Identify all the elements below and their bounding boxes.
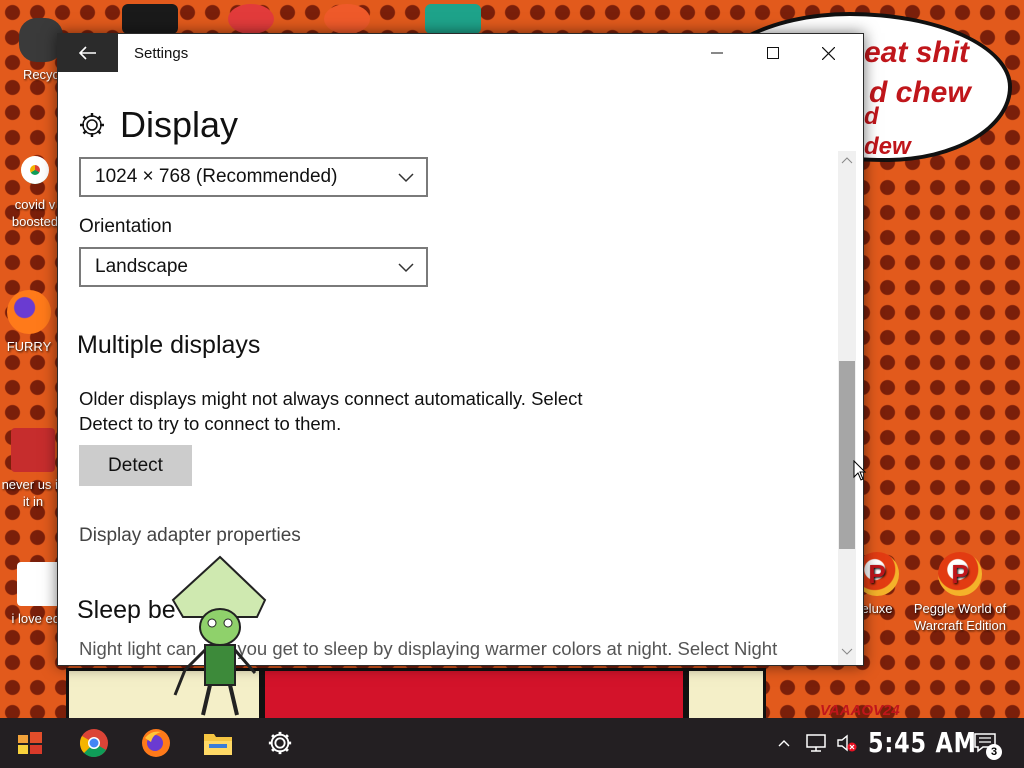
taskbar-file-explorer[interactable]: [202, 727, 234, 759]
desktop-top-icon[interactable]: [425, 4, 481, 34]
page-header: Display: [78, 104, 238, 146]
display-adapter-properties-link[interactable]: Display adapter properties: [79, 525, 301, 547]
title-bar[interactable]: Settings: [58, 34, 863, 72]
taskbar-settings[interactable]: [264, 727, 296, 759]
network-icon: [806, 734, 826, 752]
firefox-icon: [142, 729, 170, 757]
chevron-up-icon: [778, 740, 790, 747]
back-button[interactable]: [58, 34, 118, 72]
mouse-cursor: [853, 460, 867, 481]
taskbar-firefox[interactable]: [140, 727, 172, 759]
chevron-down-icon: [398, 173, 414, 183]
maximize-button[interactable]: [744, 34, 801, 72]
desktop-icon-label: FURRY: [6, 339, 52, 354]
network-button[interactable]: [806, 718, 828, 768]
sleep-heading: Sleep be: [77, 596, 176, 624]
gear-icon: [268, 731, 292, 755]
detect-button[interactable]: Detect: [79, 445, 192, 486]
speech-line: d: [864, 103, 879, 130]
notification-count-badge: 3: [986, 744, 1002, 760]
multiple-displays-heading: Multiple displays: [77, 331, 261, 359]
multiple-displays-description: Older displays might not always connect …: [79, 388, 583, 434]
character-sticker: [171, 555, 267, 716]
peggle-icon: P: [938, 552, 982, 596]
wallpaper-panel: [686, 668, 766, 720]
clock[interactable]: 5:45 AM: [868, 726, 977, 759]
page-title: Display: [120, 104, 239, 145]
desktop-top-icon[interactable]: [122, 4, 178, 34]
folder-icon: [204, 734, 232, 755]
orientation-dropdown[interactable]: Landscape: [79, 247, 428, 287]
orientation-value: Landscape: [95, 256, 188, 277]
desktop-top-icon[interactable]: [324, 4, 370, 34]
orientation-label: Orientation: [79, 216, 172, 237]
resolution-value: 1024 × 768 (Recommended): [95, 166, 338, 187]
volume-button[interactable]: [836, 718, 858, 768]
back-arrow-icon: [79, 46, 96, 60]
notifications-button[interactable]: [974, 718, 996, 768]
wallpaper-tag: VAAAOV24: [820, 702, 900, 719]
window-title: Settings: [134, 45, 189, 62]
tray-overflow-button[interactable]: [778, 718, 790, 768]
start-icon: [18, 732, 42, 754]
chrome-icon: [80, 729, 108, 758]
hx-icon: [17, 562, 61, 606]
video-icon: [11, 428, 55, 472]
firefox-icon: [7, 290, 51, 334]
volume-muted-icon: [837, 734, 857, 752]
scroll-up-icon[interactable]: [841, 155, 853, 169]
vertical-scrollbar[interactable]: [838, 151, 856, 665]
speech-line: eat shit: [864, 36, 970, 69]
minimize-button[interactable]: [688, 34, 745, 72]
speech-line: dew: [864, 133, 911, 160]
wallpaper-banner: [262, 668, 686, 720]
minimize-icon: [710, 52, 723, 54]
chevron-down-icon: [398, 263, 414, 273]
desktop-top-icon[interactable]: [228, 4, 274, 34]
close-button[interactable]: [800, 34, 857, 72]
desktop-icon-label: Peggle World of Warcraft Edition: [913, 601, 1007, 633]
close-icon: [822, 46, 835, 60]
scrollbar-thumb[interactable]: [839, 361, 855, 549]
resolution-dropdown[interactable]: 1024 × 768 (Recommended): [79, 157, 428, 197]
scroll-down-icon[interactable]: [841, 647, 853, 661]
desktop-icon-firefox[interactable]: FURRY: [0, 290, 64, 355]
taskbar: 5:45 AM 3: [0, 718, 1024, 768]
chrome-icon: [13, 148, 57, 192]
desktop-icon-peggle-wow[interactable]: P Peggle World of Warcraft Edition: [906, 552, 1014, 634]
maximize-icon: [766, 47, 779, 59]
start-button[interactable]: [14, 727, 46, 759]
taskbar-chrome[interactable]: [78, 727, 110, 759]
gear-icon: [80, 113, 104, 137]
